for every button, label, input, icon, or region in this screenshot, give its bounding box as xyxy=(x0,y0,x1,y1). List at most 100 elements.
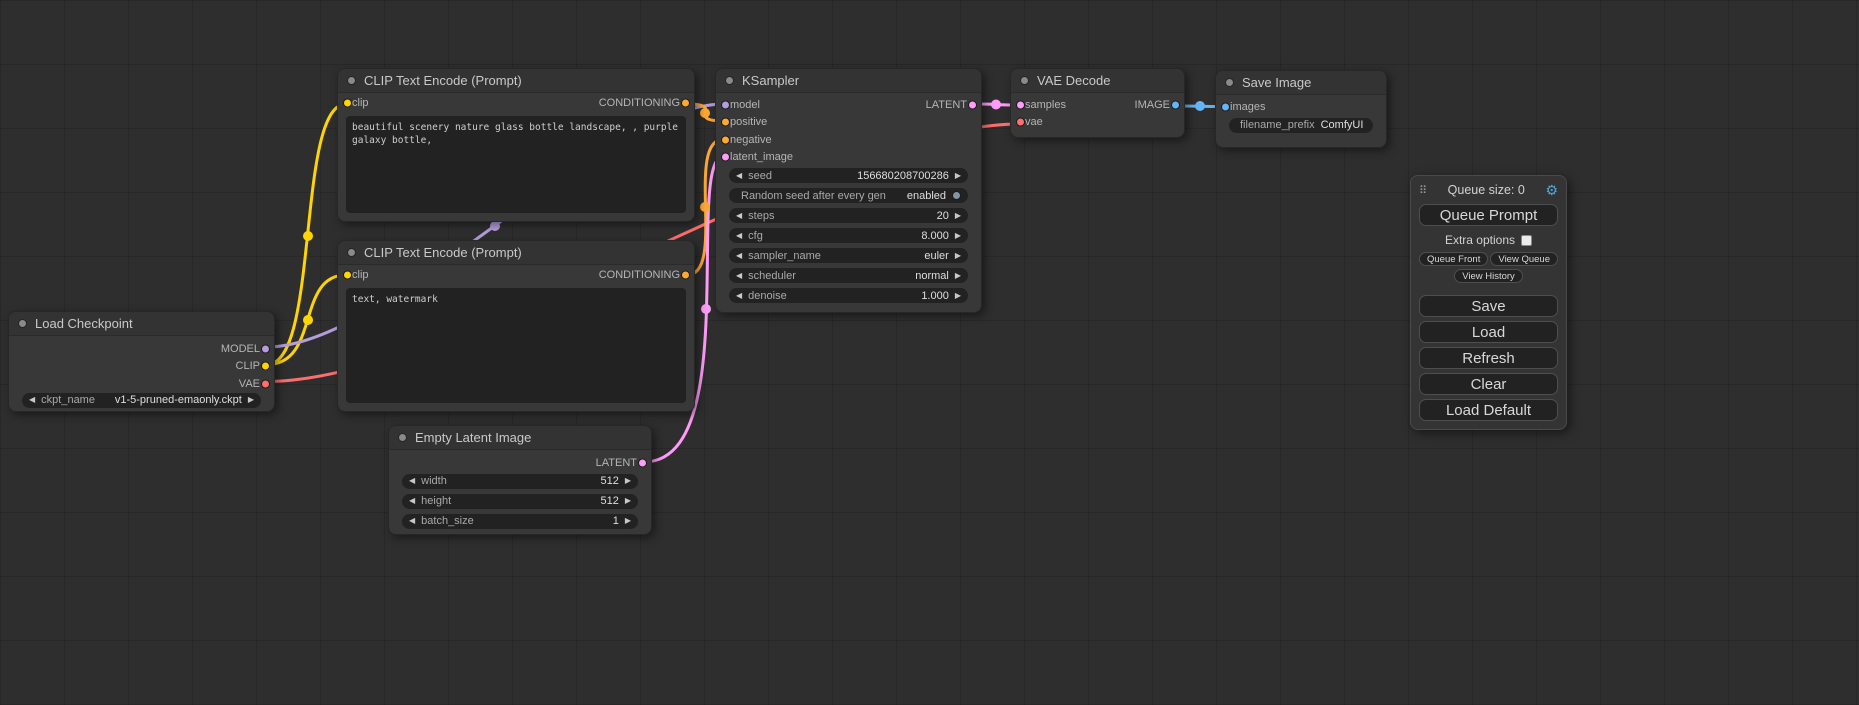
batch-size-widget[interactable]: ◀ batch_size 1 ▶ xyxy=(402,514,638,529)
collapse-dot-icon[interactable] xyxy=(1020,76,1029,85)
negative-input-dot[interactable] xyxy=(721,135,730,144)
menu-header: ⠿ Queue size: 0 ⚙ xyxy=(1419,181,1558,199)
increment-arrow-icon[interactable]: ▶ xyxy=(625,517,631,525)
node-title-bar[interactable]: KSampler xyxy=(716,69,981,93)
slot-label-model: MODEL xyxy=(221,343,260,355)
view-history-button[interactable]: View History xyxy=(1454,269,1523,283)
node-clip-text-encode-negative[interactable]: CLIP Text Encode (Prompt) clip CONDITION… xyxy=(337,240,695,412)
decrement-arrow-icon[interactable]: ◀ xyxy=(409,477,415,485)
load-default-button[interactable]: Load Default xyxy=(1419,399,1558,421)
widget-value: 8.000 xyxy=(921,230,949,242)
decrement-arrow-icon[interactable]: ◀ xyxy=(736,232,742,240)
node-title-bar[interactable]: CLIP Text Encode (Prompt) xyxy=(338,241,694,265)
queue-prompt-button[interactable]: Queue Prompt xyxy=(1419,204,1558,226)
node-load-checkpoint[interactable]: Load Checkpoint MODEL CLIP VAE ◀ ckpt_na… xyxy=(8,311,275,412)
decrement-arrow-icon[interactable]: ◀ xyxy=(409,517,415,525)
queue-front-button[interactable]: Queue Front xyxy=(1419,252,1488,266)
collapse-dot-icon[interactable] xyxy=(1225,78,1234,87)
settings-gear-icon[interactable]: ⚙ xyxy=(1545,182,1558,199)
negative-prompt-textarea[interactable]: text, watermark xyxy=(346,288,686,404)
refresh-button[interactable]: Refresh xyxy=(1419,347,1558,369)
ckpt-name-widget[interactable]: ◀ ckpt_name v1-5-pruned-emaonly.ckpt ▶ xyxy=(22,393,261,408)
latent-output-dot[interactable] xyxy=(638,458,647,467)
vae-output-dot[interactable] xyxy=(261,379,270,388)
node-title: VAE Decode xyxy=(1037,73,1110,88)
collapse-dot-icon[interactable] xyxy=(18,319,27,328)
node-title-bar[interactable]: Empty Latent Image xyxy=(389,426,651,450)
slot-label-model: model xyxy=(730,99,760,111)
node-title-bar[interactable]: Load Checkpoint xyxy=(9,312,274,336)
decrement-arrow-icon[interactable]: ◀ xyxy=(736,252,742,260)
link-midpoint-dot xyxy=(1195,101,1205,111)
queue-menu-panel[interactable]: ⠿ Queue size: 0 ⚙ Queue Prompt Extra opt… xyxy=(1410,175,1567,430)
node-vae-decode[interactable]: VAE Decode samples IMAGE vae xyxy=(1010,68,1185,138)
node-title-bar[interactable]: Save Image xyxy=(1216,71,1386,95)
increment-arrow-icon[interactable]: ▶ xyxy=(955,292,961,300)
height-widget[interactable]: ◀ height 512 ▶ xyxy=(402,494,638,509)
collapse-dot-icon[interactable] xyxy=(347,76,356,85)
sampler-name-widget[interactable]: ◀ sampler_name euler ▶ xyxy=(729,248,968,263)
model-input-dot[interactable] xyxy=(721,100,730,109)
save-button[interactable]: Save xyxy=(1419,295,1558,317)
conditioning-output-dot[interactable] xyxy=(681,270,690,279)
conditioning-output-dot[interactable] xyxy=(681,98,690,107)
filename-prefix-widget[interactable]: filename_prefix ComfyUI xyxy=(1229,118,1373,133)
slot-label-vae: vae xyxy=(1025,116,1043,128)
drag-handle-icon[interactable]: ⠿ xyxy=(1419,184,1427,197)
node-clip-text-encode-positive[interactable]: CLIP Text Encode (Prompt) clip CONDITION… xyxy=(337,68,695,222)
width-widget[interactable]: ◀ width 512 ▶ xyxy=(402,474,638,489)
decrement-arrow-icon[interactable]: ◀ xyxy=(409,497,415,505)
collapse-dot-icon[interactable] xyxy=(347,248,356,257)
latent-output-dot[interactable] xyxy=(968,100,977,109)
widget-value: ComfyUI xyxy=(1321,119,1364,131)
positive-input-dot[interactable] xyxy=(721,118,730,127)
positive-prompt-textarea[interactable]: beautiful scenery nature glass bottle la… xyxy=(346,116,686,214)
steps-widget[interactable]: ◀ steps 20 ▶ xyxy=(729,208,968,223)
slot-row: vae xyxy=(1011,114,1184,132)
toggle-dot-icon[interactable] xyxy=(952,191,961,200)
decrement-arrow-icon[interactable]: ◀ xyxy=(29,396,35,404)
decrement-arrow-icon[interactable]: ◀ xyxy=(736,212,742,220)
extra-options-checkbox[interactable] xyxy=(1521,235,1532,246)
node-empty-latent-image[interactable]: Empty Latent Image LATENT ◀ width 512 ▶ … xyxy=(388,425,652,535)
vae-input-dot[interactable] xyxy=(1016,118,1025,127)
clip-output-dot[interactable] xyxy=(261,362,270,371)
scheduler-widget[interactable]: ◀ scheduler normal ▶ xyxy=(729,268,968,283)
node-save-image[interactable]: Save Image images filename_prefix ComfyU… xyxy=(1215,70,1387,148)
node-title-bar[interactable]: CLIP Text Encode (Prompt) xyxy=(338,69,694,93)
decrement-arrow-icon[interactable]: ◀ xyxy=(736,272,742,280)
clear-button[interactable]: Clear xyxy=(1419,373,1558,395)
clip-input-dot[interactable] xyxy=(343,98,352,107)
random-seed-toggle-widget[interactable]: Random seed after every gen enabled xyxy=(729,188,968,203)
latent-image-input-dot[interactable] xyxy=(721,153,730,162)
widget-label: ckpt_name xyxy=(41,394,95,406)
increment-arrow-icon[interactable]: ▶ xyxy=(248,396,254,404)
increment-arrow-icon[interactable]: ▶ xyxy=(955,272,961,280)
image-output-dot[interactable] xyxy=(1171,100,1180,109)
seed-widget[interactable]: ◀ seed 156680208700286 ▶ xyxy=(729,168,968,183)
clip-input-dot[interactable] xyxy=(343,270,352,279)
increment-arrow-icon[interactable]: ▶ xyxy=(625,497,631,505)
model-output-dot[interactable] xyxy=(261,344,270,353)
link-midpoint-dot xyxy=(701,304,711,314)
cfg-widget[interactable]: ◀ cfg 8.000 ▶ xyxy=(729,228,968,243)
increment-arrow-icon[interactable]: ▶ xyxy=(625,477,631,485)
increment-arrow-icon[interactable]: ▶ xyxy=(955,232,961,240)
denoise-widget[interactable]: ◀ denoise 1.000 ▶ xyxy=(729,288,968,303)
collapse-dot-icon[interactable] xyxy=(398,433,407,442)
slot-label-conditioning: CONDITIONING xyxy=(599,97,680,109)
collapse-dot-icon[interactable] xyxy=(725,76,734,85)
slot-row: images xyxy=(1216,98,1386,116)
node-ksampler[interactable]: KSampler model LATENT positive negative … xyxy=(715,68,982,313)
view-queue-button[interactable]: View Queue xyxy=(1490,252,1558,266)
decrement-arrow-icon[interactable]: ◀ xyxy=(736,292,742,300)
samples-input-dot[interactable] xyxy=(1016,100,1025,109)
load-button[interactable]: Load xyxy=(1419,321,1558,343)
increment-arrow-icon[interactable]: ▶ xyxy=(955,172,961,180)
increment-arrow-icon[interactable]: ▶ xyxy=(955,252,961,260)
increment-arrow-icon[interactable]: ▶ xyxy=(955,212,961,220)
images-input-dot[interactable] xyxy=(1221,102,1230,111)
decrement-arrow-icon[interactable]: ◀ xyxy=(736,172,742,180)
node-title-bar[interactable]: VAE Decode xyxy=(1011,69,1184,93)
slot-label-samples: samples xyxy=(1025,99,1066,111)
